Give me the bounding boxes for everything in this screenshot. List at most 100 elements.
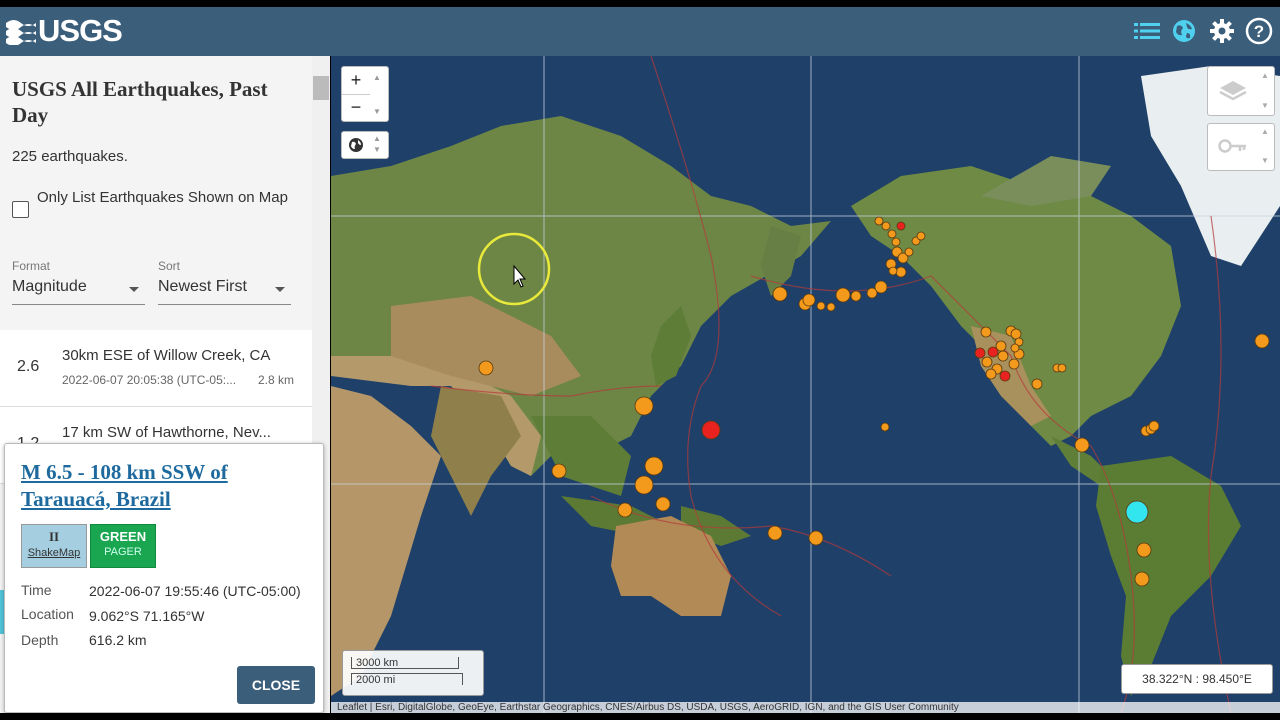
earthquake-marker[interactable] — [895, 266, 907, 278]
earthquake-marker[interactable] — [1008, 358, 1020, 370]
chevron-down-icon: ▼ — [373, 145, 381, 154]
depth-value: 616.2 km — [89, 632, 147, 648]
earthquake-marker[interactable] — [1136, 542, 1152, 558]
feed-title: USGS All Earthquakes, Past Day — [12, 77, 268, 127]
earthquake-marker[interactable] — [987, 346, 999, 358]
chevron-down-icon: ▼ — [1261, 156, 1269, 165]
usgs-wave-icon — [6, 20, 36, 45]
only-list-label[interactable]: Only List Earthquakes Shown on Map — [37, 185, 307, 210]
earthquake-marker[interactable] — [701, 420, 721, 440]
zoom-out-button[interactable]: − — [342, 94, 370, 120]
time-value: 2022-06-07 19:55:46 (UTC-05:00) — [89, 583, 301, 599]
list-icon[interactable] — [1132, 16, 1162, 46]
earthquake-marker[interactable] — [981, 356, 993, 368]
earthquake-marker[interactable] — [880, 422, 890, 432]
legend-control[interactable]: ▲ ▼ — [1207, 123, 1275, 171]
event-popup: M 6.5 - 108 km SSW of Tarauacá, Brazil I… — [4, 443, 324, 713]
event-place: 30km ESE of Willow Creek, CA — [62, 347, 271, 364]
earthquake-marker[interactable] — [826, 302, 836, 312]
chevron-down-icon: ▼ — [373, 107, 381, 116]
pager-level: GREEN — [99, 529, 147, 544]
pager-badge[interactable]: GREEN PAGER — [90, 524, 156, 568]
event-time: 2022-06-07 20:05:38 (UTC-05:... — [62, 373, 237, 387]
usgs-logo[interactable]: USGS — [6, 13, 123, 48]
earthquake-marker[interactable] — [634, 396, 654, 416]
earthquake-marker[interactable] — [850, 290, 862, 302]
earthquake-marker[interactable] — [997, 350, 1009, 362]
sort-value: Newest First — [158, 278, 247, 295]
earthquake-marker[interactable] — [1010, 343, 1020, 353]
sort-label: Sort — [158, 259, 181, 273]
earthquake-marker[interactable] — [816, 301, 826, 311]
earthquake-marker[interactable] — [551, 463, 567, 479]
earthquake-marker[interactable] — [808, 530, 824, 546]
layers-icon — [1219, 81, 1247, 101]
format-label: Format — [12, 259, 51, 273]
close-button[interactable]: CLOSE — [237, 666, 315, 704]
logo-text: USGS — [38, 13, 123, 48]
earthquake-marker[interactable] — [1010, 328, 1022, 340]
earthquake-marker[interactable] — [835, 287, 851, 303]
earthquake-marker[interactable] — [772, 286, 788, 302]
scale-bar: 3000 km 2000 mi — [342, 650, 484, 696]
earthquake-marker[interactable] — [1074, 437, 1090, 453]
gear-icon[interactable] — [1207, 16, 1237, 46]
earthquake-marker[interactable] — [887, 229, 897, 239]
earthquake-marker[interactable] — [1134, 571, 1150, 587]
layers-control[interactable]: ▲ ▼ — [1207, 66, 1275, 116]
earthquake-marker[interactable] — [985, 368, 997, 380]
earthquake-marker[interactable] — [974, 347, 986, 359]
earthquake-marker[interactable] — [767, 525, 783, 541]
earthquake-marker[interactable] — [888, 266, 898, 276]
chevron-down-icon — [129, 287, 139, 292]
zoom-in-button[interactable]: + — [342, 68, 370, 93]
earthquake-marker[interactable] — [881, 221, 891, 231]
earthquake-marker[interactable] — [874, 280, 888, 294]
earthquake-map[interactable]: + − ▲ ▼ ▲ ▼ ▲ ▼ ▲ ▼ 3000 km 2000 mi 38.3… — [331, 56, 1280, 713]
earthquake-marker[interactable] — [655, 496, 671, 512]
earthquake-marker[interactable] — [1125, 500, 1149, 524]
sort-select[interactable]: Newest First — [158, 278, 291, 305]
earthquake-marker[interactable] — [999, 370, 1011, 382]
globe-icon[interactable] — [1169, 16, 1199, 46]
earthquake-marker[interactable] — [1057, 363, 1067, 373]
earthquake-marker[interactable] — [1148, 420, 1160, 432]
help-icon[interactable]: ? — [1244, 16, 1274, 46]
earthquake-marker[interactable] — [478, 360, 494, 376]
earthquake-marker[interactable] — [1031, 378, 1043, 390]
earthquake-marker[interactable] — [634, 475, 654, 495]
event-popup-title[interactable]: M 6.5 - 108 km SSW of Tarauacá, Brazil — [21, 459, 311, 513]
shakemap-level: II — [48, 529, 60, 544]
event-depth: 2.8 km — [257, 373, 294, 387]
depth-label: Depth — [21, 632, 59, 648]
key-icon — [1218, 139, 1246, 153]
format-value: Magnitude — [12, 278, 87, 295]
list-item[interactable]: 2.6 30km ESE of Willow Creek, CA 2022-06… — [0, 330, 312, 407]
earthquake-marker[interactable] — [916, 231, 926, 241]
only-list-checkbox[interactable] — [12, 201, 29, 218]
earthquake-marker[interactable] — [802, 293, 816, 307]
location-value: 9.062°S 71.165°W — [89, 608, 205, 624]
earthquake-marker[interactable] — [874, 216, 884, 226]
earthquake-marker[interactable] — [644, 456, 664, 476]
chevron-down-icon — [275, 287, 285, 292]
scrollbar-thumb[interactable] — [313, 76, 329, 100]
scale-km: 3000 km — [351, 657, 459, 669]
event-magnitude: 2.6 — [17, 358, 40, 375]
chevron-up-icon: ▲ — [1261, 71, 1269, 80]
earthquake-marker[interactable] — [896, 221, 906, 231]
svg-text:?: ? — [1254, 22, 1264, 41]
earthquake-marker[interactable] — [980, 326, 992, 338]
scale-mi: 2000 mi — [351, 673, 463, 686]
shakemap-badge[interactable]: II ShakeMap — [21, 524, 87, 568]
earthquake-marker[interactable] — [891, 237, 901, 247]
world-view-control[interactable]: ▲ ▼ — [341, 131, 389, 159]
format-select[interactable]: Magnitude — [12, 278, 145, 305]
earthquake-count: 225 earthquakes. — [12, 148, 128, 165]
earthquake-marker[interactable] — [1254, 333, 1270, 349]
earthquake-marker[interactable] — [617, 502, 633, 518]
chevron-up-icon: ▲ — [373, 134, 381, 143]
map-attribution[interactable]: Leaflet | Esri, DigitalGlobe, GeoEye, Ea… — [331, 702, 1280, 713]
earthquake-marker[interactable] — [904, 247, 914, 257]
event-place: 17 km SW of Hawthorne, Nev... — [62, 424, 271, 441]
